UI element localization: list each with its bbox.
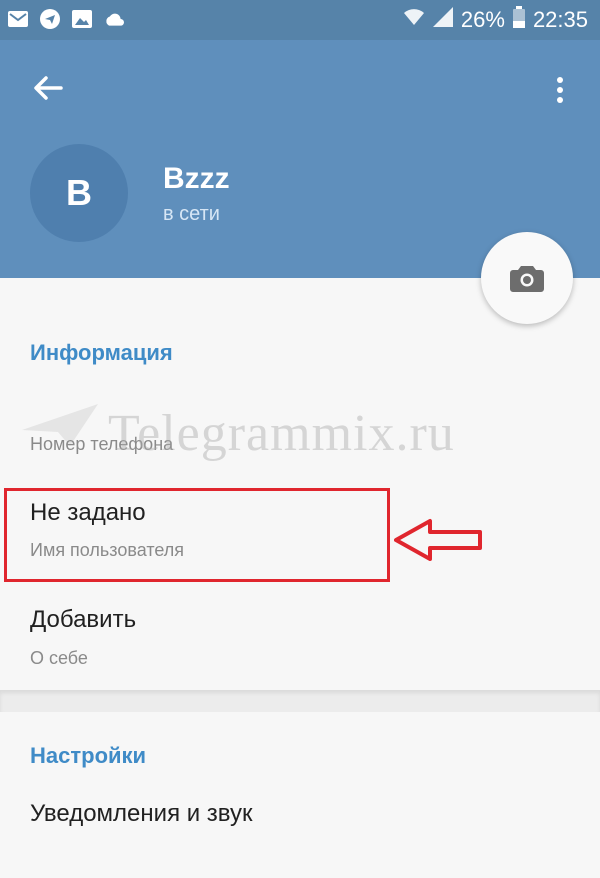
cloud-icon — [104, 9, 124, 29]
about-label: О себе — [30, 648, 88, 668]
gmail-icon — [8, 9, 28, 29]
notifications-item[interactable]: Уведомления и звук — [30, 800, 253, 828]
about-value[interactable]: Добавить — [30, 606, 136, 634]
more-vert-icon — [557, 77, 563, 83]
signal-icon — [432, 7, 453, 33]
settings-area — [0, 712, 600, 878]
arrow-left-icon — [34, 76, 63, 100]
pointer-arrow-icon — [394, 518, 484, 567]
profile-name: Bzzz — [163, 162, 230, 195]
status-bar: 26% 22:35 — [0, 0, 600, 40]
avatar[interactable]: B — [30, 144, 128, 242]
highlight-box — [4, 488, 390, 582]
info-section-title: Информация — [30, 340, 173, 365]
notification-icons — [8, 9, 124, 29]
clock: 22:35 — [532, 7, 588, 32]
wifi-icon — [403, 7, 425, 33]
set-photo-button[interactable] — [481, 232, 573, 324]
battery-percent: 26% — [460, 7, 505, 32]
more-options-button[interactable] — [548, 70, 572, 110]
image-icon — [72, 9, 92, 29]
online-status: в сети — [163, 203, 220, 225]
system-status: 26% 22:35 — [403, 6, 588, 34]
section-divider — [0, 690, 600, 712]
watermark: Telegrammix.ru — [108, 405, 455, 462]
settings-section-title: Настройки — [30, 743, 147, 768]
back-button[interactable] — [28, 68, 68, 108]
battery-icon — [512, 6, 525, 34]
telegram-icon — [40, 9, 60, 29]
camera-icon — [510, 266, 544, 292]
